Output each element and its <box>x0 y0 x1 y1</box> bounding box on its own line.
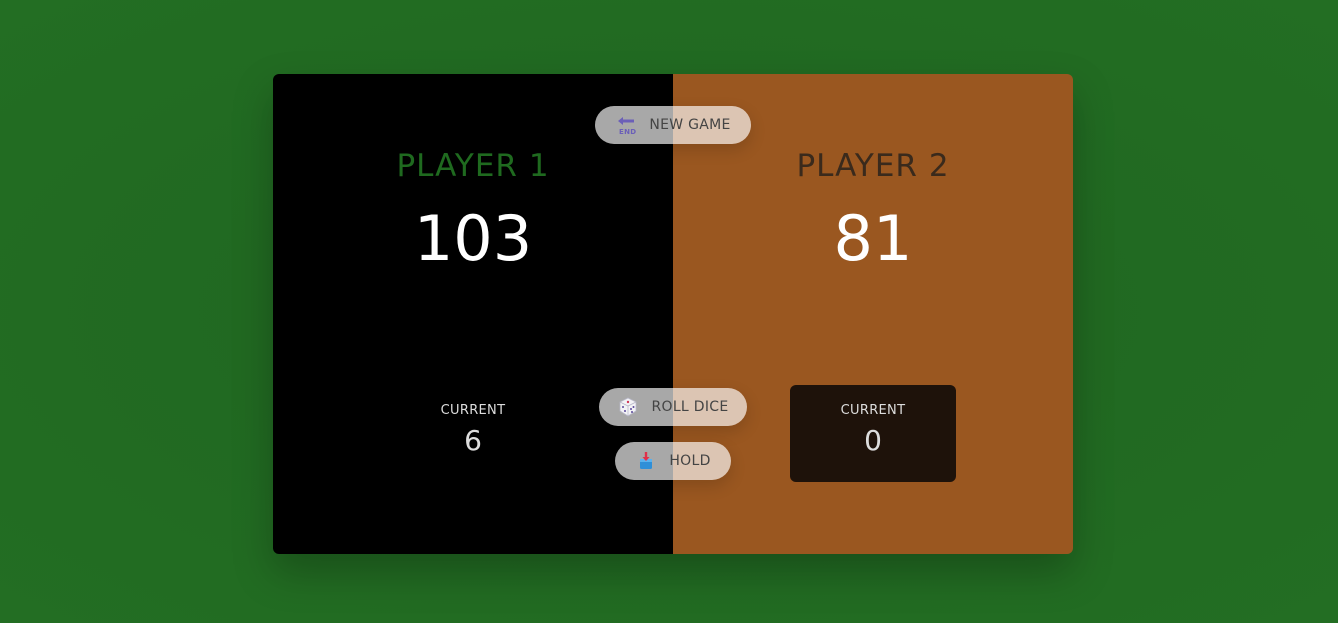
player-2-name: PLAYER 2 <box>796 148 950 184</box>
player-2-current-score: 0 <box>864 424 882 457</box>
player-1-panel: PLAYER 1 103 CURRENT 6 <box>273 74 673 554</box>
player-1-name: PLAYER 1 <box>396 148 550 184</box>
player-2-current-label: CURRENT <box>840 403 906 418</box>
roll-dice-label: ROLL DICE <box>651 399 729 415</box>
roll-dice-button[interactable]: ROLL DICE <box>599 388 747 426</box>
svg-text:END: END <box>619 128 636 136</box>
hold-button[interactable]: HOLD <box>615 442 731 480</box>
new-game-label: NEW GAME <box>649 117 731 133</box>
hold-box-icon <box>635 450 657 472</box>
dice-icon <box>617 396 639 418</box>
player-1-current-box: CURRENT 6 <box>390 385 556 482</box>
player-2-total-score: 81 <box>833 202 913 275</box>
player-2-current-box: CURRENT 0 <box>790 385 956 482</box>
player-1-total-score: 103 <box>413 202 533 275</box>
end-arrow-icon: END <box>615 114 637 136</box>
new-game-button[interactable]: END NEW GAME <box>595 106 751 144</box>
player-2-panel: PLAYER 2 81 CURRENT 0 <box>673 74 1073 554</box>
player-1-current-score: 6 <box>464 424 482 457</box>
player-1-current-label: CURRENT <box>440 403 506 418</box>
game-board: PLAYER 1 103 CURRENT 6 PLAYER 2 81 CURRE… <box>273 74 1073 554</box>
hold-label: HOLD <box>669 453 711 469</box>
